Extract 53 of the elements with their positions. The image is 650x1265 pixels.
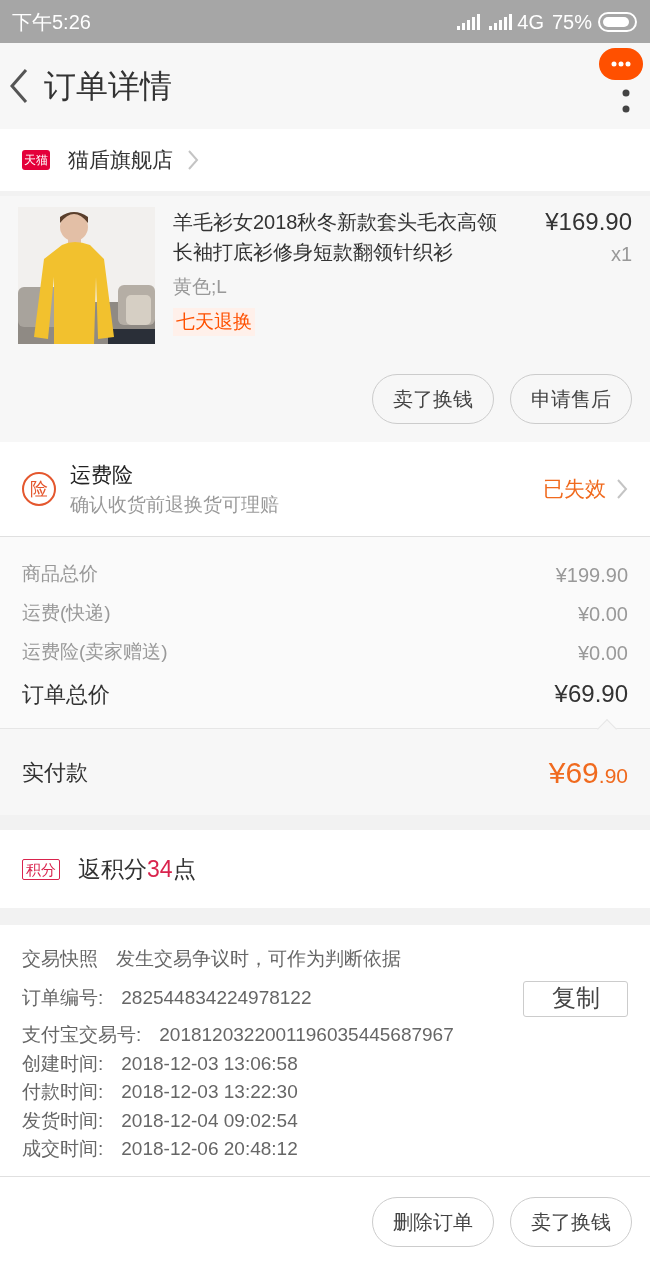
- product-title[interactable]: 羊毛衫女2018秋冬新款套头毛衣高领长袖打底衫修身短款翻领针织衫: [173, 207, 501, 267]
- return-tag: 七天退换: [173, 307, 255, 336]
- snapshot-label[interactable]: 交易快照: [22, 945, 98, 974]
- action-button[interactable]: 申请售后: [510, 374, 632, 424]
- signal-icon: [489, 13, 514, 30]
- price-label: 运费(快递): [22, 601, 111, 626]
- price-value: ¥0.00: [577, 640, 628, 666]
- price-value: ¥199.90: [555, 562, 628, 588]
- action-button[interactable]: 卖了换钱: [372, 374, 494, 424]
- info-label: 发货时间:: [22, 1108, 104, 1133]
- price-value: ¥0.00: [577, 601, 628, 627]
- info-label: 付款时间:: [22, 1080, 104, 1104]
- shop-name[interactable]: 猫盾旗舰店: [68, 144, 173, 176]
- signal-icon: [457, 13, 482, 30]
- paid-label: 实付款: [22, 758, 88, 787]
- back-icon[interactable]: [8, 67, 30, 105]
- network-type: 4G: [517, 9, 544, 35]
- more-icon[interactable]: [622, 89, 630, 113]
- snapshot-note: 发生交易争议时，可作为判断依据: [116, 947, 401, 972]
- info-value: 2018-12-04 09:02:54: [121, 1108, 298, 1133]
- battery-icon: [598, 11, 638, 32]
- info-label: 订单编号:: [22, 986, 104, 1011]
- insurance-title: 运费险: [70, 462, 134, 488]
- action-button[interactable]: 删除订单: [372, 1196, 494, 1247]
- info-label: 支付宝交易号:: [22, 1023, 142, 1047]
- info-label: 创建时间:: [22, 1051, 104, 1076]
- chevron-icon: [187, 149, 199, 171]
- copy-button[interactable]: 复制: [523, 980, 628, 1017]
- info-label: 成交时间:: [22, 1137, 104, 1161]
- product-quantity: x1: [610, 242, 632, 267]
- chevron-icon: [616, 478, 628, 500]
- battery-percent: 75%: [551, 9, 592, 35]
- message-icon[interactable]: [599, 48, 643, 80]
- points-badge: 积分: [22, 858, 60, 880]
- insurance-subtitle: 确认收货前退换货可理赔: [70, 492, 280, 517]
- paid-amount: ¥69.90: [548, 754, 628, 791]
- info-value: 2018-12-03 13:22:30: [121, 1080, 298, 1104]
- price-label: 运费险(卖家赠送): [22, 640, 168, 665]
- status-time: 下午5:26: [12, 9, 91, 35]
- info-value: 2018120322001196035445687967: [159, 1023, 454, 1047]
- product-price: ¥169.90: [545, 207, 632, 237]
- page-title: 订单详情: [44, 67, 172, 106]
- points-text: 返积分34点: [78, 854, 196, 884]
- info-value: 282544834224978122: [121, 986, 312, 1011]
- action-button[interactable]: 卖了换钱: [510, 1196, 632, 1247]
- info-value: 2018-12-03 13:06:58: [121, 1051, 298, 1076]
- price-value: ¥69.90: [554, 679, 628, 709]
- store-badge: 天猫: [22, 150, 50, 170]
- info-value: 2018-12-06 20:48:12: [121, 1137, 298, 1161]
- insurance-badge: 险: [22, 472, 56, 506]
- price-label: 订单总价: [22, 680, 110, 709]
- product-sku: 黄色;L: [173, 275, 227, 299]
- price-label: 商品总价: [22, 562, 98, 587]
